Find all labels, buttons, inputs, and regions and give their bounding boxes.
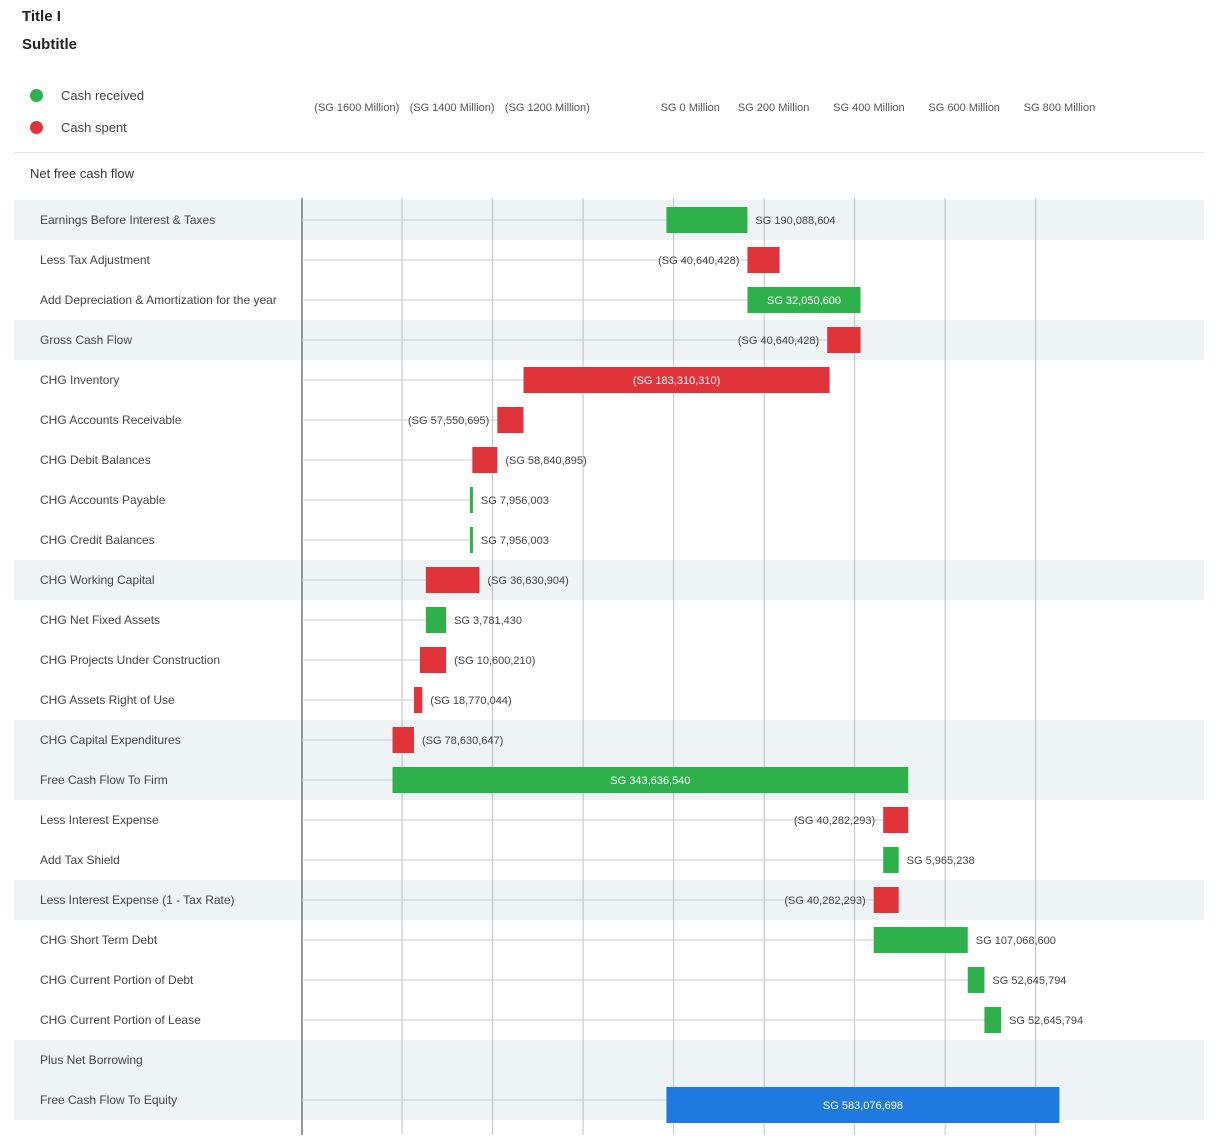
bar [413, 687, 423, 713]
value-label: (SG 40,640,428) [658, 255, 739, 267]
row-label: CHG Inventory [40, 373, 119, 387]
row-label: CHG Projects Under Construction [40, 653, 220, 667]
row-label: CHG Accounts Receivable [40, 413, 182, 427]
row-label: Less Interest Expense (1 - Tax Rate) [40, 893, 235, 907]
row-label: CHG Credit Balances [40, 533, 155, 547]
bar [472, 447, 498, 473]
value-label: SG 52,645,794 [1009, 1015, 1083, 1027]
bar [873, 927, 968, 953]
row-label: Less Interest Expense [40, 813, 159, 827]
waterfall-chart: Earnings Before Interest & Taxes SG 190,0… [14, 198, 1204, 1135]
value-label: SG 5,965,238 [907, 855, 975, 867]
value-label: (SG 40,640,428) [738, 335, 819, 347]
value-label: SG 107,068,600 [976, 935, 1056, 947]
bar [392, 727, 414, 753]
bar [469, 487, 473, 513]
value-label: SG 190,088,604 [755, 215, 835, 227]
row-highlight [14, 1040, 1204, 1080]
bar [984, 1007, 1002, 1033]
row-label: CHG Capital Expenditures [40, 733, 181, 747]
row-label: Less Tax Adjustment [40, 253, 151, 267]
row-label: CHG Debit Balances [40, 453, 151, 467]
bar [873, 887, 899, 913]
row-label: Add Tax Shield [40, 853, 120, 867]
row-label: CHG Current Portion of Lease [40, 1013, 201, 1027]
row-label: Free Cash Flow To Equity [40, 1093, 177, 1107]
value-label: (SG 58,840,895) [505, 455, 586, 467]
value-label: (SG 57,550,695) [408, 415, 489, 427]
value-label: SG 7,956,003 [481, 535, 549, 547]
value-label: (SG 183,310,310) [633, 375, 720, 387]
row-label: Free Cash Flow To Firm [40, 773, 168, 787]
row-label: Add Depreciation & Amortization for the … [40, 293, 277, 307]
bar [425, 607, 447, 633]
value-label: SG 343,636,540 [610, 775, 690, 787]
bar [419, 647, 447, 673]
bar [497, 407, 524, 433]
bar [666, 207, 748, 233]
bar [469, 527, 473, 553]
row-label: CHG Net Fixed Assets [40, 613, 160, 627]
row-highlight [14, 560, 1204, 600]
bar [425, 567, 480, 593]
value-label: SG 3,781,430 [454, 615, 522, 627]
value-label: SG 52,645,794 [992, 975, 1066, 987]
value-label: (SG 40,282,293) [794, 815, 875, 827]
bar [827, 327, 861, 353]
value-label: (SG 40,282,293) [784, 895, 865, 907]
value-label: SG 7,956,003 [481, 495, 549, 507]
bar [883, 847, 899, 873]
row-label: CHG Assets Right of Use [40, 693, 175, 707]
bar [883, 807, 909, 833]
row-label: Plus Net Borrowing [40, 1053, 143, 1067]
value-label: SG 32,050,600 [767, 295, 841, 307]
bar [747, 247, 780, 273]
row-label: CHG Short Term Debt [40, 933, 158, 947]
row-label: CHG Accounts Payable [40, 493, 166, 507]
row-label: Earnings Before Interest & Taxes [40, 213, 215, 227]
row-label: CHG Working Capital [40, 573, 154, 587]
value-label: (SG 36,630,904) [487, 575, 568, 587]
value-label: (SG 18,770,044) [430, 695, 511, 707]
value-label: SG 583,076,698 [823, 1100, 903, 1112]
bar [967, 967, 985, 993]
row-label: Gross Cash Flow [40, 333, 132, 347]
value-label: (SG 10,600,210) [454, 655, 535, 667]
row-highlight [14, 720, 1204, 760]
value-label: (SG 78,630,647) [422, 735, 503, 747]
row-label: CHG Current Portion of Debt [40, 973, 194, 987]
